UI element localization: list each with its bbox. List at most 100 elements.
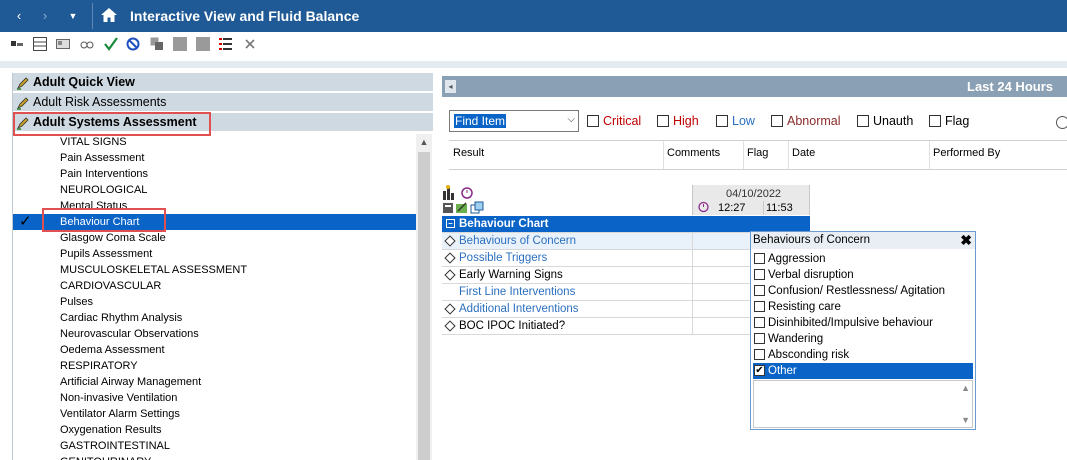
nav-item-artificial-airway-management[interactable]: Artificial Airway Management [13,374,417,390]
nav-item-label: Artificial Airway Management [60,376,202,388]
time-range-bar: ◂ Last 24 Hours [442,76,1067,97]
close-icon[interactable] [243,37,257,51]
forward-button[interactable]: › [36,7,54,25]
glasses-icon[interactable] [80,37,94,51]
nav-item-vital-signs[interactable]: VITAL SIGNS [13,134,417,150]
bar-chart-icon [443,185,454,200]
filter-flag-checkbox[interactable]: Flag [929,114,969,128]
checkbox-square[interactable] [857,115,869,127]
nav-item-oxygenation-results[interactable]: Oxygenation Results [13,422,417,438]
popup-notes-area[interactable]: ▲ ▼ [753,380,973,428]
option-wandering[interactable]: Wandering [753,331,973,347]
column-time-1[interactable]: 12:27 [718,202,746,214]
nav-item-neurological[interactable]: NEUROLOGICAL [13,182,417,198]
nav-item-neurovascular-observations[interactable]: Neurovascular Observations [13,326,417,342]
filter-high-checkbox[interactable]: High [657,114,699,128]
filter-row: Find Item ⌵ Critical High Low Abnormal Unaut… [449,110,1067,136]
nav-item-glasgow-coma-scale[interactable]: Glasgow Coma Scale [13,230,417,246]
nav-item-label: GENITOURINARY [60,456,151,460]
nav-item-pulses[interactable]: Pulses [13,294,417,310]
edit-chart-icon [456,202,467,213]
nav-item-oedema-assessment[interactable]: Oedema Assessment [13,342,417,358]
checkbox-square[interactable] [754,285,765,296]
cancel-icon[interactable] [126,37,140,51]
nav-item-ventilator-alarm-settings[interactable]: Ventilator Alarm Settings [13,406,417,422]
column-time-2[interactable]: 11:53 [766,202,793,214]
left-scrollbar[interactable]: ▲ [416,134,432,460]
checkbox-square[interactable] [754,253,765,264]
home-icon[interactable] [100,6,118,24]
cell-separator [692,267,693,284]
option-aggression[interactable]: Aggression [753,251,973,267]
alarm-clock-icon [461,187,473,199]
back-button[interactable]: ‹ [10,7,28,25]
checkbox-square[interactable] [754,349,765,360]
chevron-down-icon: ⌵ [567,114,575,125]
filter-unauth-checkbox[interactable]: Unauth [857,114,913,128]
checkbox-square[interactable] [929,115,941,127]
checkbox-square[interactable] [754,333,765,344]
option-disinhibited-impulsive-behaviour[interactable]: Disinhibited/Impulsive behaviour [753,315,973,331]
section-adult-risk-assessments[interactable]: Adult Risk Assessments [13,93,433,112]
col-header-result: Result [453,147,485,159]
nav-item-pupils-assessment[interactable]: Pupils Assessment [13,246,417,262]
nav-item-respiratory[interactable]: RESPIRATORY [13,358,417,374]
gray-square-icon[interactable] [196,37,210,51]
scroll-up-arrow-icon[interactable]: ▲ [416,134,432,150]
nav-item-label: Oedema Assessment [60,344,165,356]
checkbox-square[interactable] [587,115,599,127]
tag-icon[interactable] [10,37,24,51]
checkbox-square[interactable] [716,115,728,127]
time-range-label[interactable]: Last 24 Hours [967,79,1053,94]
close-icon[interactable]: ✖ [960,232,972,249]
nav-item-label: Glasgow Coma Scale [60,232,166,244]
nav-item-pain-assessment[interactable]: Pain Assessment [13,150,417,166]
scroll-up-arrow-icon[interactable]: ▲ [961,383,970,393]
filter-label: Flag [945,114,970,128]
pencil-icon [17,77,29,90]
filter-critical-checkbox[interactable]: Critical [587,114,641,128]
history-dropdown-button[interactable]: ▼ [64,7,82,25]
section-adult-quick-view[interactable]: Adult Quick View [13,73,433,92]
nav-item-label: Pupils Assessment [60,248,153,260]
checkbox-square[interactable] [771,115,783,127]
option-confusion-restlessness-agitation[interactable]: Confusion/ Restlessness/ Agitation [753,283,973,299]
nav-item-cardiac-rhythm-analysis[interactable]: Cardiac Rhythm Analysis [13,310,417,326]
page-title: Interactive View and Fluid Balance [130,8,360,24]
filter-label: High [673,114,699,128]
list-icon[interactable] [219,37,233,51]
time-back-arrow-icon[interactable]: ◂ [445,80,456,93]
check-icon[interactable] [104,37,118,51]
nav-item-label: VITAL SIGNS [60,136,127,148]
checkbox-square[interactable] [754,269,765,280]
checkbox-square[interactable] [754,317,765,328]
option-verbal-disruption[interactable]: Verbal disruption [753,267,973,283]
col-header-date: Date [792,147,816,159]
filter-low-checkbox[interactable]: Low [716,114,755,128]
gray-square-icon[interactable] [173,37,187,51]
checkbox-square[interactable] [657,115,669,127]
card-icon[interactable] [56,37,70,51]
nav-item-cardiovascular[interactable]: CARDIOVASCULAR [13,278,417,294]
radio-button[interactable] [1056,116,1067,129]
checkbox-square[interactable] [754,301,765,312]
col-header-comments: Comments [667,147,721,159]
copy-icon[interactable] [150,37,164,51]
filter-abnormal-checkbox[interactable]: Abnormal [771,114,841,128]
collapse-icon[interactable]: – [446,219,455,228]
option-other[interactable]: ✔ Other [753,363,973,379]
find-item-dropdown[interactable]: Find Item ⌵ [449,110,579,132]
filter-label: Unauth [873,114,914,128]
nav-item-non-invasive-ventilation[interactable]: Non-invasive Ventilation [13,390,417,406]
checkbox-square[interactable]: ✔ [754,365,765,376]
behaviours-popup: Behaviours of Concern ✖ Aggression Verbal… [750,231,976,430]
nav-item-genitourinary[interactable]: GENITOURINARY [13,454,417,460]
nav-item-gastrointestinal[interactable]: GASTROINTESTINAL [13,438,417,454]
nav-item-musculoskeletal-assessment[interactable]: MUSCULOSKELETAL ASSESSMENT [13,262,417,278]
option-resisting-care[interactable]: Resisting care [753,299,973,315]
scroll-down-arrow-icon[interactable]: ▼ [961,415,970,425]
scroll-thumb[interactable] [418,152,430,460]
option-absconding-risk[interactable]: Absconding risk [753,347,973,363]
grid-icon[interactable] [33,37,47,51]
nav-item-pain-interventions[interactable]: Pain Interventions [13,166,417,182]
